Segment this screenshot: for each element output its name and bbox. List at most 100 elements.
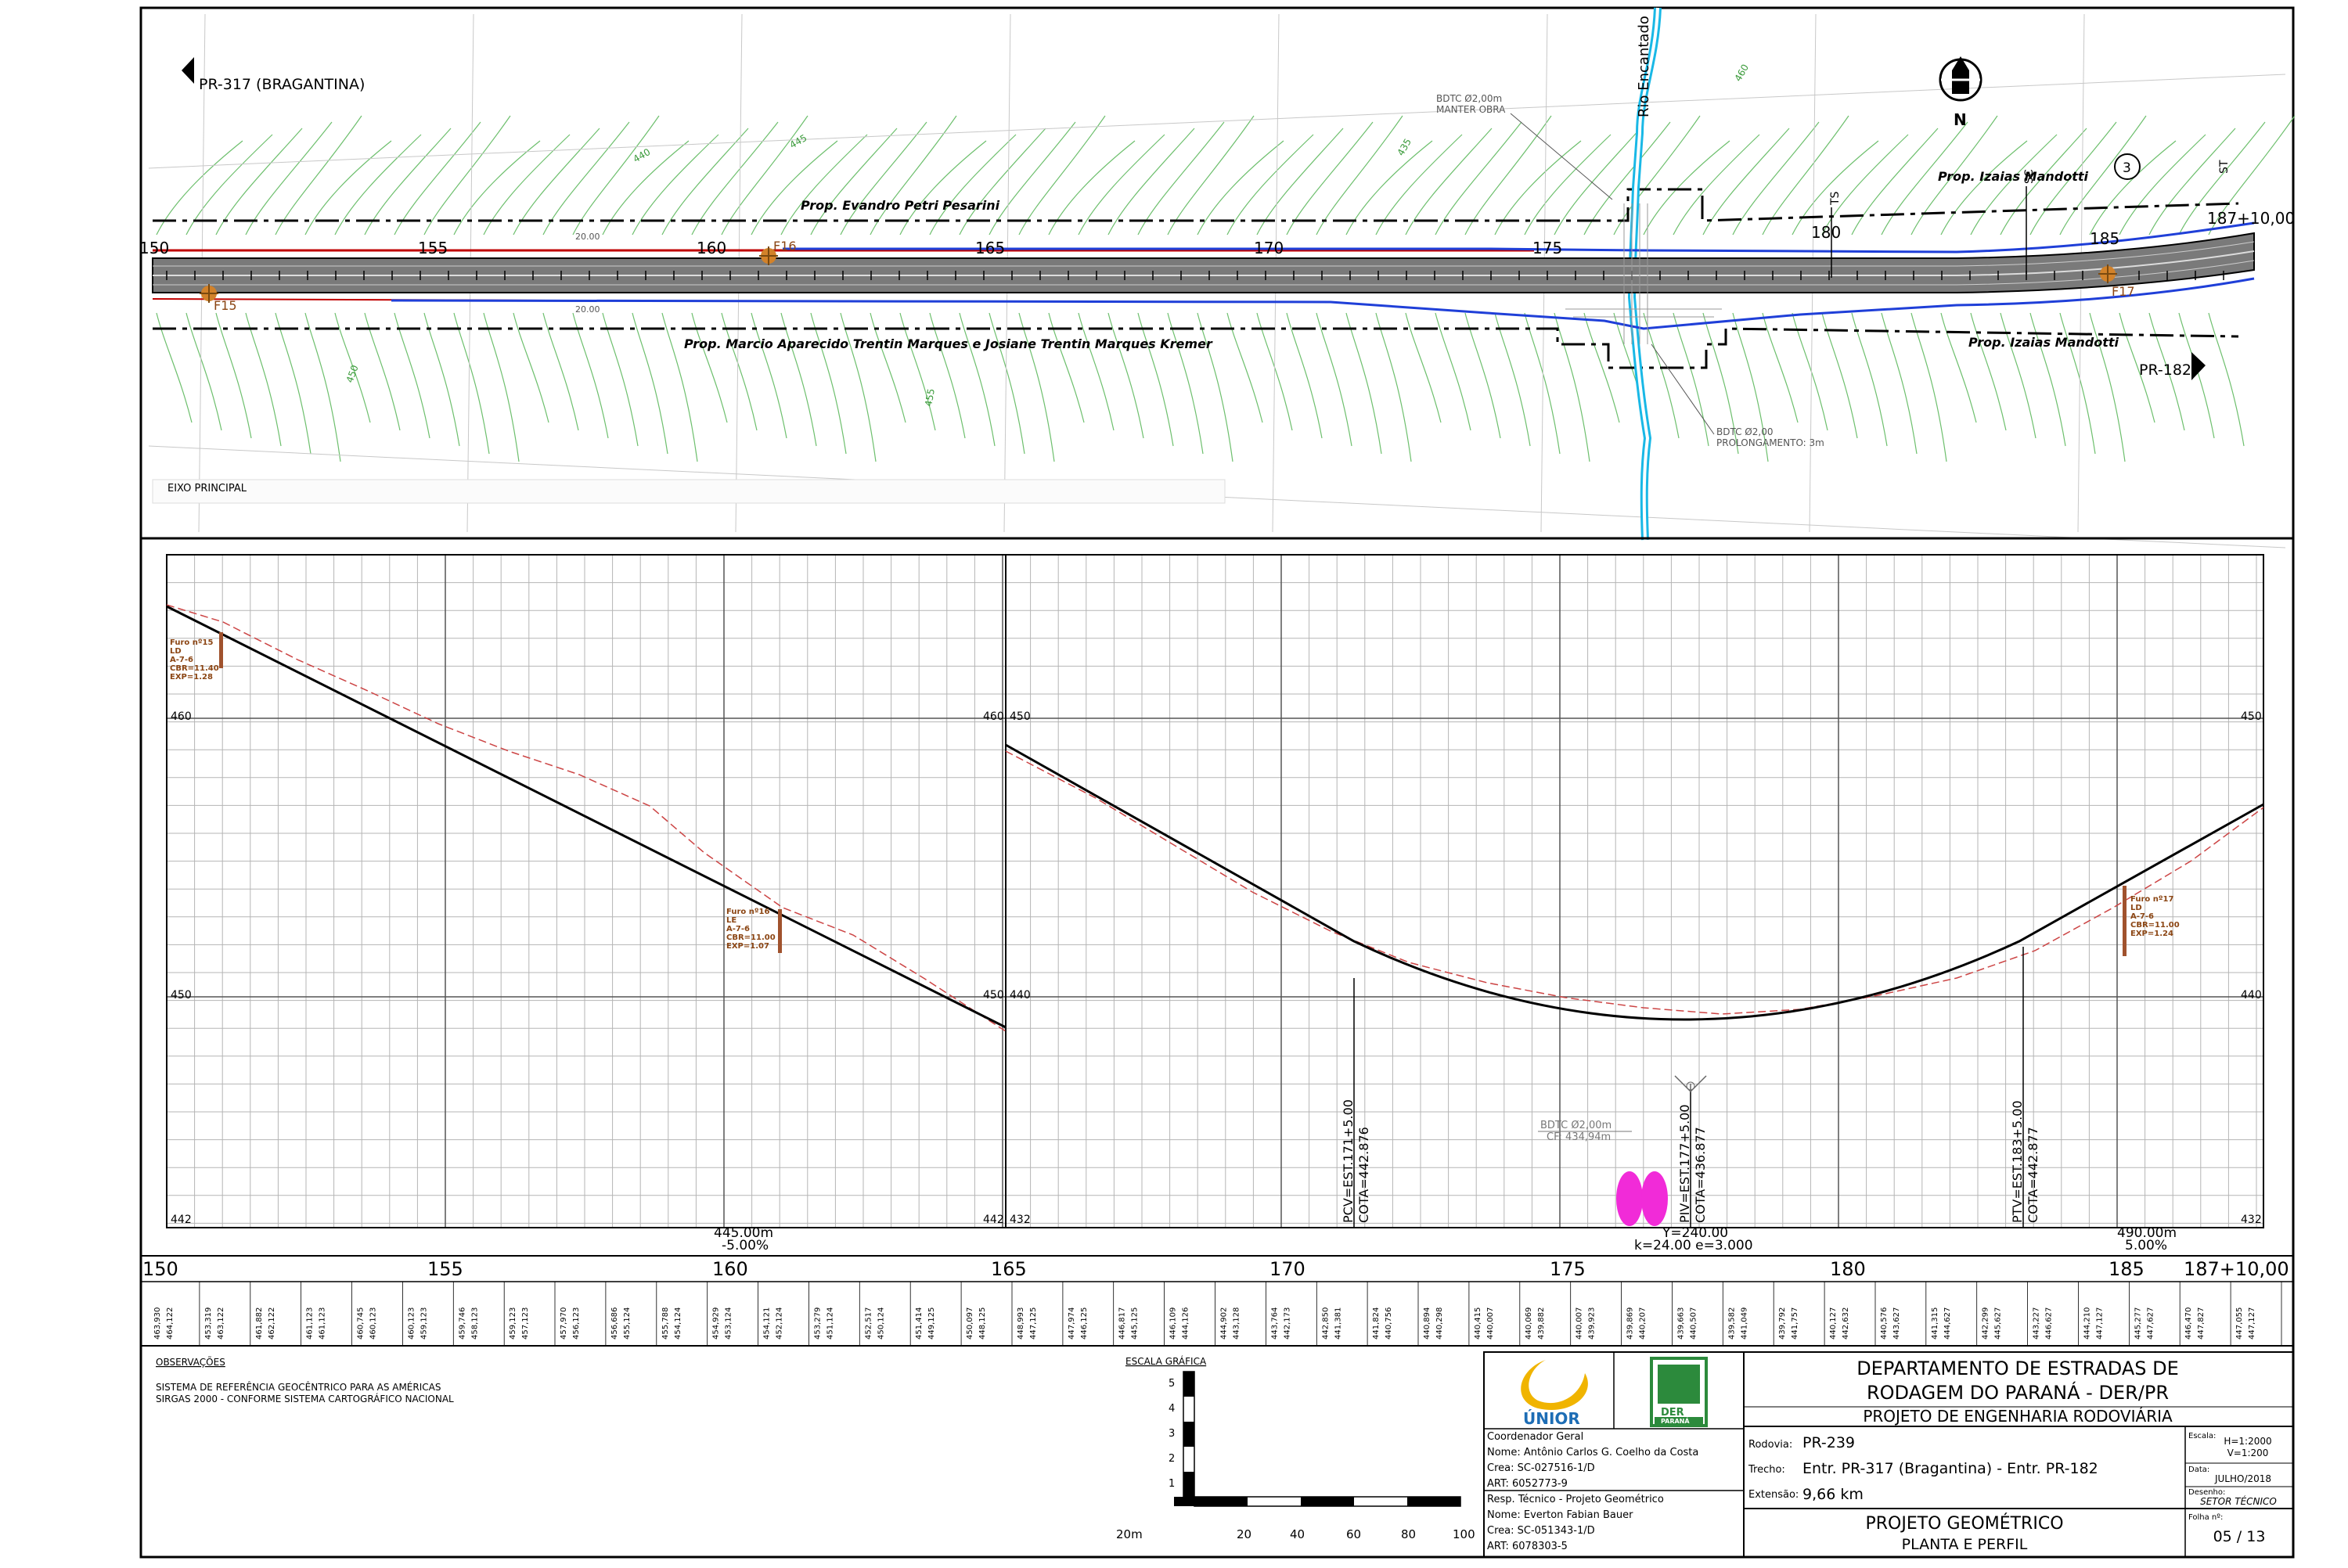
elev-terrain-value: 441,315 — [1931, 1307, 1939, 1340]
culvert-top-l1: BDTC Ø2,00m — [1436, 93, 1502, 104]
culvert-bot-l1: BDTC Ø2,00 — [1716, 426, 1773, 437]
furo-line: A-7-6 — [726, 925, 750, 933]
elev-grade-value: 447,627 — [2146, 1307, 2155, 1340]
sheet-title-1: PROJETO GEOMÉTRICO — [1865, 1513, 2063, 1534]
elev-terrain-value: 439,869 — [1626, 1307, 1635, 1340]
elev-left-460: 460 — [171, 710, 192, 723]
elev-grade-value: 441,757 — [1791, 1307, 1799, 1340]
elev-far-432: 432 — [2241, 1214, 2262, 1226]
elev-grade-value: 446,125 — [1080, 1307, 1089, 1340]
trecho-value: Entr. PR-317 (Bragantina) - Entr. PR-182 — [1802, 1460, 2098, 1477]
sheet-title-2: PLANTA E PERFIL — [1902, 1536, 2028, 1553]
grade2-slope: 5.00% — [2125, 1238, 2167, 1253]
curve-mark-sc: SC — [2023, 169, 2036, 184]
scale-v-tick: 1 — [1169, 1478, 1175, 1490]
furo-line: Furo nº16 — [726, 908, 769, 916]
furo-17-bar — [2123, 886, 2127, 956]
folha-label: Folha nº: — [2188, 1513, 2223, 1522]
elev-grade-value: 440,756 — [1385, 1307, 1393, 1340]
scale-v-tick: 5 — [1169, 1378, 1175, 1390]
scale-v-tick: 2 — [1169, 1453, 1175, 1465]
culvert-top-l2: MANTER OBRA — [1436, 104, 1506, 115]
plan-station-150: 150 — [139, 239, 169, 257]
ptv-elevation: COTA=442.877 — [2026, 1127, 2040, 1223]
dept-line-2: RODAGEM DO PARANÁ - DER/PR — [1867, 1381, 2169, 1404]
culvert-bot-l2: PROLONGAMENTO: 3m — [1716, 437, 1824, 448]
escala-h: H=1:2000 — [2224, 1436, 2271, 1447]
pcv-station: PCV=EST.171+5.00 — [1341, 1099, 1356, 1223]
elev-terrain-value: 441,824 — [1372, 1307, 1381, 1340]
furo-line: LE — [726, 916, 736, 925]
borehole-f17-label: F17 — [2112, 284, 2135, 299]
elev-terrain-value: 460,123 — [407, 1307, 416, 1340]
elev-grade-value: 442,632 — [1842, 1307, 1850, 1340]
elev-grade-value: 458,123 — [470, 1307, 479, 1340]
profile-station-150: 150 — [142, 1258, 178, 1280]
elev-grade-value: 444,627 — [1943, 1307, 1952, 1340]
elev-terrain-value: 444,210 — [2083, 1307, 2092, 1340]
coord-line-3: ART: 6052773-9 — [1487, 1478, 1568, 1490]
elev-grade-value: 442,173 — [1283, 1307, 1291, 1340]
furo-16-bar — [778, 909, 782, 953]
prop-north-1: Prop. Evandro Petri Pesarini — [801, 198, 1000, 213]
vcurve-params: k=24.00 e=3.000 — [1634, 1238, 1753, 1253]
elev-terrain-value: 456,686 — [610, 1307, 619, 1340]
desenho-value: SETOR TÉCNICO — [2200, 1495, 2277, 1507]
scale-h-tick: 20 — [1237, 1527, 1251, 1541]
bdtc-label-1: BDTC Ø2,00m — [1540, 1120, 1612, 1131]
elev-grade-value: 462,122 — [268, 1307, 276, 1340]
profile-station-170: 170 — [1269, 1258, 1305, 1280]
elev-grade-value: 460,123 — [369, 1307, 378, 1340]
plan-station-165: 165 — [975, 239, 1005, 257]
elev-grade-value: 463,122 — [217, 1307, 225, 1340]
elev-grade-value: 440,507 — [1689, 1307, 1698, 1340]
trecho-label: Trecho: — [1748, 1464, 1785, 1476]
elev-terrain-value: 442,850 — [1321, 1307, 1330, 1340]
resp-line-2: Crea: SC-051343-1/D — [1487, 1525, 1595, 1537]
elev-grade-value: 439,923 — [1588, 1307, 1597, 1340]
scale-v-tick: 4 — [1169, 1403, 1175, 1415]
elev-terrain-value: 445,277 — [2134, 1307, 2142, 1340]
extensao-value: 9,66 km — [1802, 1486, 1864, 1503]
north-label: N — [1954, 110, 1967, 129]
grade1-slope: -5.00% — [722, 1238, 769, 1253]
elev-grade-value: 443,627 — [1892, 1307, 1901, 1340]
elev-terrain-value: 448,993 — [1017, 1307, 1025, 1340]
direction-west-label: PR-317 (BRAGANTINA) — [199, 76, 365, 93]
resp-line-3: ART: 6078303-5 — [1487, 1541, 1568, 1552]
elev-left-450: 450 — [171, 989, 192, 1002]
elev-grade-value: 449,125 — [927, 1307, 936, 1340]
scale-h-tick: 40 — [1290, 1527, 1305, 1541]
elev-grade-value: 447,127 — [2096, 1307, 2105, 1340]
elev-terrain-value: 446,109 — [1169, 1307, 1178, 1340]
circle-marker-number: 3 — [2123, 160, 2131, 176]
furo-line: EXP=1.28 — [170, 673, 213, 682]
elev-terrain-value: 453,279 — [814, 1307, 823, 1340]
elev-terrain-value: 446,817 — [1118, 1307, 1127, 1340]
width-label-1: 20.00 — [575, 232, 600, 242]
plan-station-end: 187+10,00 — [2207, 209, 2295, 228]
elev-terrain-value: 440,415 — [1474, 1307, 1482, 1340]
profile-station-165: 165 — [991, 1258, 1027, 1280]
elev-grade-value: 439,882 — [1537, 1307, 1546, 1340]
profile-station-175: 175 — [1550, 1258, 1586, 1280]
elev-terrain-value: 443,764 — [1270, 1307, 1279, 1340]
elev-terrain-value: 440,069 — [1525, 1307, 1533, 1340]
elev-terrain-value: 460,745 — [357, 1307, 366, 1340]
elev-terrain-value: 450,097 — [966, 1307, 974, 1340]
extensao-label: Extensão: — [1748, 1489, 1799, 1501]
elev-grade-value: 446,627 — [2045, 1307, 2054, 1340]
furo-line: CBR=11.00 — [726, 933, 776, 942]
river-label: Rio Encantado — [1636, 16, 1652, 117]
elev-right-432: 432 — [1010, 1214, 1031, 1226]
plan-station-180: 180 — [1811, 223, 1841, 242]
drawing-sheet: PR-317 (BRAGANTINA) PR-182 N 3 Prop. Eva… — [139, 6, 2296, 1559]
elev-grade-value: 453,124 — [725, 1307, 733, 1340]
prop-south-2: Prop. Izaias Mandotti — [1968, 335, 2119, 350]
elev-grade-value: 441,381 — [1334, 1307, 1342, 1340]
scale-h-tick: 80 — [1401, 1527, 1416, 1541]
furo-line: LD — [2130, 904, 2142, 912]
elev-terrain-value: 446,470 — [2184, 1307, 2193, 1340]
elev-terrain-value: 459,123 — [509, 1307, 517, 1340]
plan-station-160: 160 — [697, 239, 726, 257]
